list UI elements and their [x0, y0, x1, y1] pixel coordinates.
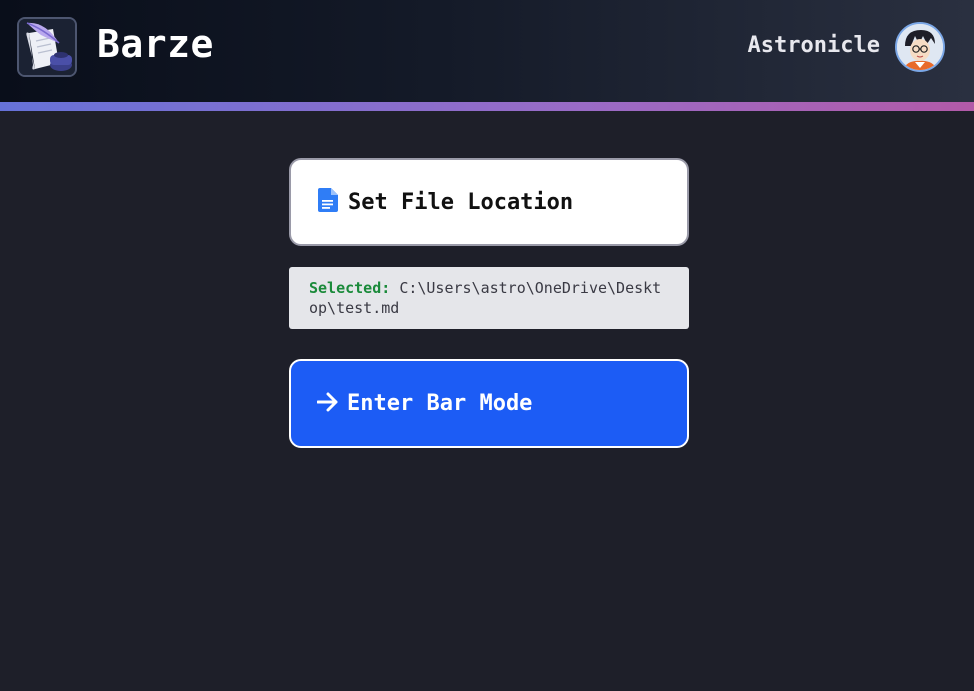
- selected-label: Selected:: [309, 279, 391, 297]
- header-accent-bar: [0, 102, 974, 111]
- app-title: Barze: [97, 22, 214, 66]
- document-icon: [318, 188, 338, 216]
- set-file-location-label: Set File Location: [348, 189, 574, 215]
- avatar[interactable]: [895, 22, 945, 72]
- quill-ink-icon: [17, 17, 77, 77]
- arrow-right-icon: [316, 392, 339, 416]
- header: Barze Astronicle: [0, 0, 974, 102]
- enter-bar-mode-label: Enter Bar Mode: [347, 391, 533, 416]
- set-file-location-button[interactable]: Set File Location: [289, 158, 689, 246]
- username: Astronicle: [747, 33, 880, 58]
- selected-file-display: Selected: C:\Users\astro\OneDrive\Deskto…: [289, 267, 689, 329]
- app-window: Barze Astronicle Set File Location Selec…: [0, 0, 974, 691]
- enter-bar-mode-button[interactable]: Enter Bar Mode: [289, 359, 689, 448]
